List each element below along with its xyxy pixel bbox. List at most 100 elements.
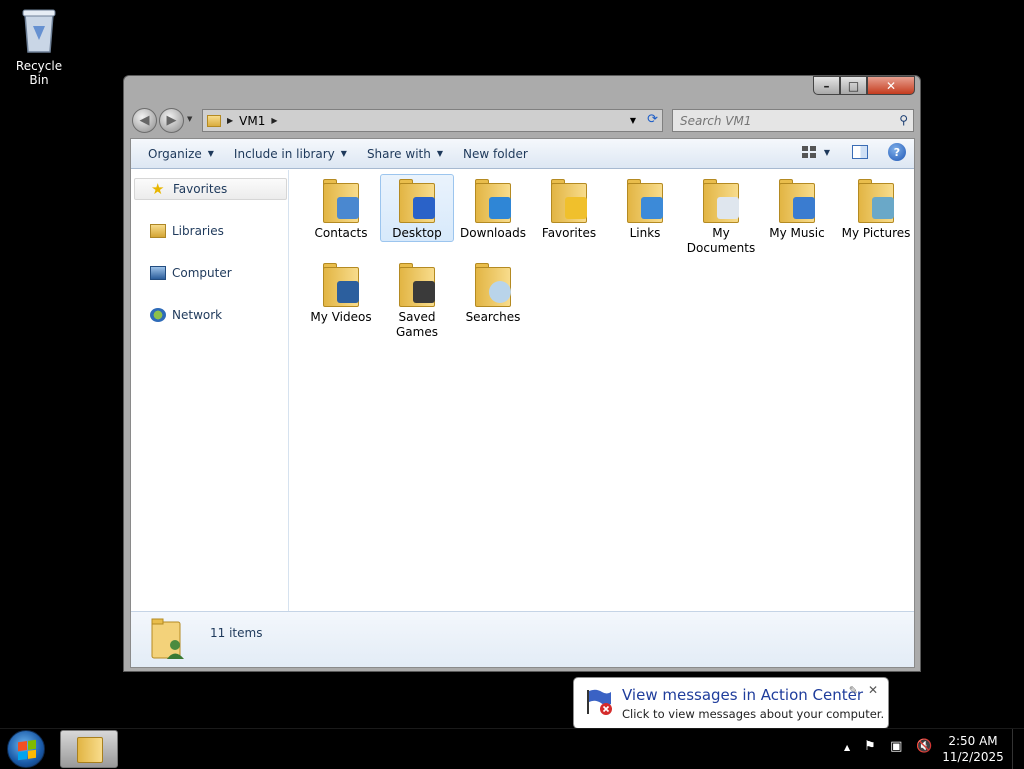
breadcrumb-vm1[interactable]: VM1 [239,114,265,128]
user-folder-icon [151,618,184,659]
forward-arrow-icon: ▶ [166,113,177,128]
sidebar-item-label: Libraries [172,224,224,238]
sidebar-item-libraries[interactable]: Libraries [134,220,287,242]
recycle-bin-label: Recycle Bin [15,59,63,87]
folder-label: Favorites [541,226,597,240]
downloads-folder-icon [473,179,513,225]
close-button[interactable]: ✕ [867,76,915,95]
sidebar-item-label: Computer [172,266,232,280]
navigation-pane: ★ Favorites Libraries Computer Network [131,170,289,613]
share-with-label: Share with [366,146,431,161]
folder-label: Desktop [392,226,442,240]
close-icon[interactable]: ✕ [868,683,878,697]
include-in-library-button[interactable]: Include in library ▼ [224,147,357,161]
action-center-flag-icon[interactable]: ⚑ [864,739,880,755]
start-button[interactable] [7,730,45,768]
explorer-window: – □ ✕ ◀ ▶ ▼ ▶ VM1 ▶ ▼ ⟳ ⚲ Organize ▼ Incl… [123,75,921,672]
caption-buttons: – □ ✕ [813,76,915,95]
views-dropdown-icon[interactable]: ▼ [824,148,830,157]
preview-pane-icon[interactable] [852,145,868,159]
show-hidden-icons-icon[interactable]: ▲ [844,743,850,752]
folder-tile-searches[interactable]: Searches [456,259,530,325]
sidebar-item-network[interactable]: Network [134,304,287,326]
folder-tile-desktop[interactable]: Desktop [380,174,454,242]
change-view-icon[interactable] [801,146,816,158]
include-in-library-label: Include in library [233,146,335,161]
notification-area: ▲ ⚑ ▣ 🔇 [844,739,942,755]
address-dropdown-icon[interactable]: ▼ [630,116,636,125]
network-status-icon[interactable]: ▣ [890,739,906,755]
folder-tile-links[interactable]: Links [608,175,682,241]
folder-tile-my-music[interactable]: My Music [760,175,834,241]
organize-label: Organize [148,146,202,161]
forward-button[interactable]: ▶ [159,108,184,133]
folder-label: Contacts [314,226,368,240]
share-with-button[interactable]: Share with ▼ [357,147,453,161]
contacts-folder-icon [321,179,361,225]
new-folder-button[interactable]: New folder [453,147,538,161]
recent-pages-dropdown[interactable]: ▼ [187,115,192,123]
folder-label: Downloads [460,226,526,240]
new-folder-label: New folder [463,146,528,161]
folder-tile-favorites[interactable]: Favorites [532,175,606,241]
desktop-folder-icon [397,179,437,225]
search-box[interactable]: ⚲ [672,109,914,132]
search-input[interactable] [673,113,878,128]
folder-label: My Documents [686,226,756,255]
folder-label: My Videos [310,310,372,324]
documents-folder-icon [701,179,741,225]
searches-folder-icon [473,263,513,309]
search-icon[interactable]: ⚲ [899,113,908,127]
clock[interactable]: 2:50 AM 11/2/2025 [942,733,1004,765]
folder-tile-downloads[interactable]: Downloads [456,175,530,241]
action-center-flag-icon [587,689,612,715]
user-folder-icon [207,114,221,127]
games-folder-icon [397,263,437,309]
folder-tile-my-pictures[interactable]: My Pictures [836,175,916,241]
star-icon: ★ [151,180,165,198]
pin-icon[interactable]: ✎ [849,684,858,697]
action-center-balloon[interactable]: View messages in Action Center Click to … [573,677,889,739]
clock-time: 2:50 AM [948,734,998,748]
back-button[interactable]: ◀ [132,108,157,133]
folder-label: Links [629,226,661,240]
command-bar: Organize ▼ Include in library ▼ Share with… [131,139,914,169]
organize-button[interactable]: Organize ▼ [131,147,224,161]
toolbar-right: ▼ ? [801,143,906,161]
folder-label: Saved Games [396,310,438,339]
folder-tile-my-videos[interactable]: My Videos [304,259,378,325]
clock-date: 11/2/2025 [942,750,1004,764]
show-desktop-button[interactable] [1012,729,1024,769]
sidebar-item-computer[interactable]: Computer [134,262,287,284]
chevron-down-icon: ▼ [340,149,347,158]
folder-tile-saved-games[interactable]: Saved Games [380,259,454,340]
details-pane: 11 items [131,611,914,667]
item-count: 11 items [210,626,263,640]
favorites-folder-icon [549,179,589,225]
file-list: Contacts Desktop Downloads Favorites Lin… [290,170,914,613]
address-bar[interactable]: ▶ VM1 ▶ ▼ ⟳ [202,109,663,132]
help-icon[interactable]: ? [888,143,906,161]
folder-tile-my-documents[interactable]: My Documents [684,175,758,256]
breadcrumb-chevron-icon[interactable]: ▶ [227,116,233,125]
music-folder-icon [777,179,817,225]
libraries-icon [150,224,166,238]
network-icon [150,308,166,322]
folder-icon [77,737,103,763]
folder-tile-contacts[interactable]: Contacts [304,175,378,241]
back-arrow-icon: ◀ [139,113,150,128]
sidebar-item-favorites[interactable]: ★ Favorites [134,178,287,200]
windows-logo-icon [18,739,36,761]
taskbar-explorer-button[interactable] [60,730,118,768]
taskbar: ▲ ⚑ ▣ 🔇 2:50 AM 11/2/2025 [0,728,1024,769]
breadcrumb-chevron-icon[interactable]: ▶ [271,116,277,125]
refresh-icon[interactable]: ⟳ [647,112,658,127]
balloon-title[interactable]: View messages in Action Center [622,686,863,704]
recycle-bin-desktop-icon[interactable]: Recycle Bin [6,6,72,87]
maximize-button[interactable]: □ [840,76,867,95]
minimize-button[interactable]: – [813,76,840,95]
volume-muted-icon[interactable]: 🔇 [916,739,932,755]
address-row: ◀ ▶ ▼ ▶ VM1 ▶ ▼ ⟳ ⚲ [130,106,914,134]
chevron-down-icon: ▼ [207,149,214,158]
links-folder-icon [625,179,665,225]
